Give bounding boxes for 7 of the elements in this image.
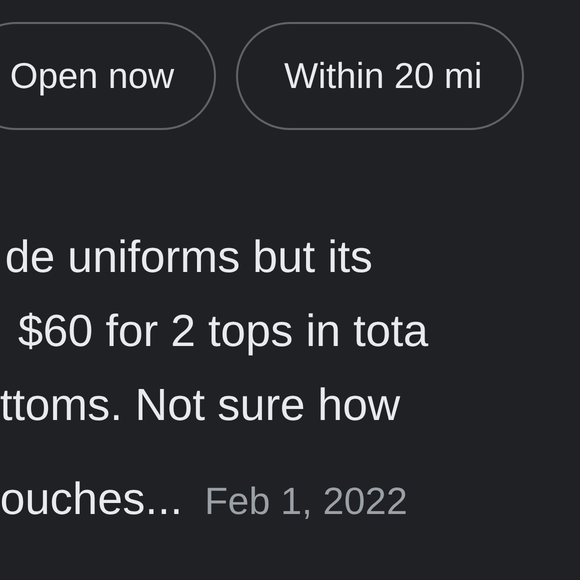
review-text: ouches... [0,473,183,524]
review-text: de uniforms but its [4,230,374,284]
review-text: $60 for 2 tops in tota [17,304,430,358]
filter-chip[interactable]: Open now [0,22,216,130]
review-date: Feb 1, 2022 [204,481,408,523]
review-text: ttoms. Not sure how [0,378,402,432]
filter-chip[interactable]: Within 20 mi [236,22,524,130]
